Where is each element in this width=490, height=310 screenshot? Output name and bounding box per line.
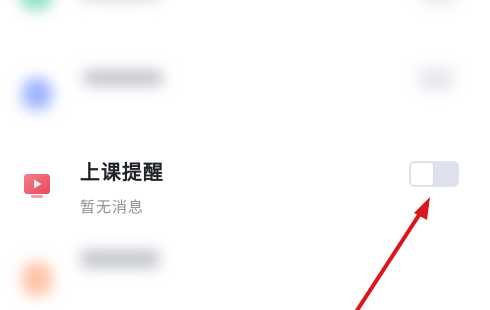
blurred-toggle [420,0,456,4]
blurred-label [80,250,160,268]
blurred-label [82,70,164,86]
notification-settings-screen: 上课提醒 暂无消息 [0,0,490,310]
blurred-icon [22,78,52,110]
blurred-setting-row [0,56,490,126]
reminder-toggle-switch[interactable] [409,161,459,187]
blurred-icon [20,0,52,10]
reminder-title: 上课提醒 [80,160,164,184]
blurred-setting-row [0,238,490,310]
blurred-icon [22,262,52,296]
class-reminder-row: 上课提醒 暂无消息 [0,150,490,226]
blurred-setting-row [0,0,490,20]
blurred-toggle [418,68,454,90]
toggle-knob [411,163,433,185]
reminder-status-text: 暂无消息 [80,198,145,216]
tv-icon [24,174,50,198]
